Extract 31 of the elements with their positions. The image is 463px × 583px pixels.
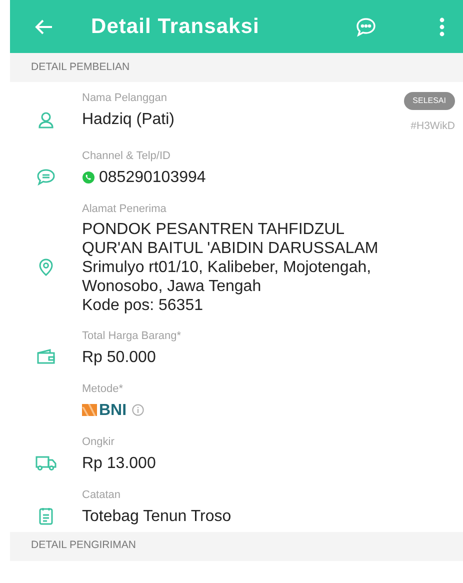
bank-logo-icon [82, 404, 97, 416]
field-value: Rp 13.000 [82, 454, 156, 474]
section-header: DETAIL PENGIRIMAN [10, 532, 463, 561]
back-arrow-icon[interactable] [35, 18, 53, 34]
field-label: Channel & Telp/ID [82, 148, 172, 163]
field-value: Hadziq (Pati) [82, 110, 174, 130]
field-label: Nama Pelanggan [82, 91, 168, 105]
chat-icon[interactable] [355, 16, 377, 36]
field-label: Catatan [82, 488, 122, 502]
wallet-icon [36, 349, 56, 366]
field-value: Totebag Tenun Troso [82, 506, 232, 527]
field-label: Alamat Penerima [82, 202, 168, 216]
section-header: DETAIL PEMBELIAN [10, 53, 463, 82]
order-code: #H3WikD [410, 119, 455, 134]
more-options-icon[interactable] [439, 16, 445, 36]
info-icon[interactable] [132, 404, 144, 416]
field-label: Ongkir [82, 434, 116, 449]
notepad-icon [38, 507, 54, 526]
address-text: PONDOK PESANTREN TAHFIDZUL QUR'AN BAITUL 'ABIDIN DARUSSALAM Srimulyo rt01/10, Kalibeber, Mojotengah, Wonosobo, Jawa Tengah Kode pos: 56351 [82, 220, 378, 315]
field-label: Total Harga Barang* [82, 328, 182, 343]
field-value: Rp 50.000 [82, 348, 156, 368]
field-label: Metode* [82, 382, 124, 396]
page-title: Detail Transaksi [91, 14, 260, 40]
bank-name: BNI [99, 400, 127, 421]
truck-icon [35, 455, 57, 472]
location-pin-icon [38, 258, 54, 276]
phone-number: 085290103994 [99, 168, 206, 188]
status-badge: SELESAI [404, 92, 455, 110]
chat-icon [36, 168, 56, 186]
whatsapp-icon [82, 170, 95, 184]
person-icon [37, 110, 55, 128]
